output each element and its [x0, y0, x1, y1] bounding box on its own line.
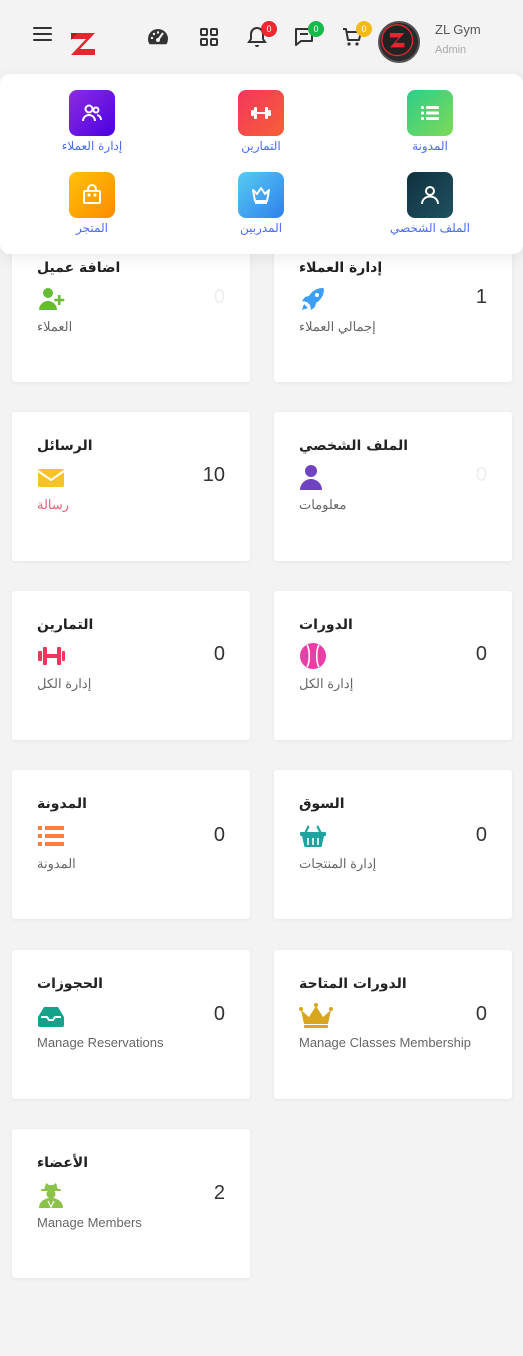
list-icon [407, 90, 453, 136]
brand-logo[interactable] [68, 28, 98, 58]
crown-icon [299, 1002, 333, 1030]
quick-access-menu: إدارة العملاء التمارين المدونة المتجر ال… [0, 74, 523, 254]
card-market[interactable]: السوق 0 إدارة المنتجات [274, 770, 512, 919]
notifications-bell-icon[interactable]: 0 [245, 21, 277, 49]
tray-icon [37, 1002, 67, 1030]
card-title: اضافة عميل [37, 260, 121, 276]
envelope-icon [37, 463, 67, 491]
card-value: 0 [475, 1003, 487, 1025]
card-value: 0 [475, 824, 487, 846]
dashboard-gauge-icon[interactable] [146, 25, 174, 49]
card-title: الرسائل [37, 438, 93, 454]
dumbbell-icon [37, 642, 67, 670]
card-title: المدونة [37, 796, 87, 812]
card-blog[interactable]: المدونة 0 المدونة [12, 770, 250, 919]
card-members[interactable]: الأعضاء 2 Manage Members [12, 1129, 250, 1278]
card-profile[interactable]: الملف الشخصي 0 معلومات [274, 412, 512, 561]
card-value: 0 [475, 643, 487, 665]
card-subtitle: العملاء [37, 319, 73, 334]
card-subtitle: إدارة الكل [37, 676, 92, 691]
user-plus-icon [37, 285, 67, 313]
notifications-badge: 0 [261, 21, 277, 37]
card-courses[interactable]: الدورات 0 إدارة الكل [274, 591, 512, 740]
menu-item-trainers[interactable]: المدربين [201, 172, 321, 235]
menu-label-blog: المدونة [412, 139, 448, 153]
card-value: 0 [213, 643, 225, 665]
card-title: التمارين [37, 617, 94, 633]
card-title: الحجوزات [37, 976, 103, 992]
menu-label-exercises: التمارين [241, 139, 281, 153]
card-title: السوق [299, 796, 345, 812]
user-icon [407, 172, 453, 218]
card-title: الدورات [299, 617, 353, 633]
list-icon [37, 822, 67, 850]
shopping-bag-icon [69, 172, 115, 218]
menu-item-blog[interactable]: المدونة [370, 90, 490, 153]
card-value: 10 [202, 464, 225, 486]
card-value: 0 [213, 286, 225, 308]
card-title: الدورات المتاحة [299, 976, 407, 992]
card-title: الأعضاء [37, 1155, 88, 1171]
card-value: 1 [475, 286, 487, 308]
menu-item-exercises[interactable]: التمارين [201, 90, 321, 153]
card-available-courses[interactable]: الدورات المتاحة 0 Manage Classes Members… [274, 950, 512, 1099]
user-name[interactable]: ZL Gym [435, 22, 481, 37]
card-subtitle: Manage Members [37, 1215, 142, 1230]
basket-icon [299, 822, 329, 850]
card-value: 2 [213, 1182, 225, 1204]
card-subtitle: Manage Reservations [37, 1035, 164, 1050]
rocket-icon [299, 285, 329, 313]
baseball-icon [299, 642, 329, 670]
card-value: 0 [213, 824, 225, 846]
messages-chat-icon[interactable]: 0 [292, 21, 324, 49]
messages-badge: 0 [308, 21, 324, 37]
card-reservations[interactable]: الحجوزات 0 Manage Reservations [12, 950, 250, 1099]
card-subtitle: معلومات [299, 497, 347, 512]
menu-item-clients[interactable]: إدارة العملاء [32, 90, 152, 153]
users-icon [69, 90, 115, 136]
card-subtitle: Manage Classes Membership [299, 1035, 471, 1050]
card-value: 0 [213, 1003, 225, 1025]
apps-grid-icon[interactable] [197, 25, 225, 49]
user-role: Admin [435, 44, 467, 56]
menu-item-profile[interactable]: الملف الشخصي [370, 172, 490, 235]
card-subtitle: إدارة الكل [299, 676, 354, 691]
cart-badge: 0 [356, 21, 372, 37]
card-title: الملف الشخصي [299, 438, 409, 454]
shopping-cart-icon[interactable]: 0 [340, 21, 372, 49]
user-icon [299, 463, 329, 491]
card-add-client[interactable]: اضافة عميل 0 العملاء [12, 233, 250, 382]
card-subtitle: المدونة [37, 856, 76, 871]
menu-item-store[interactable]: المتجر [32, 172, 152, 235]
top-header: 0 0 0 ZL Gym Admin [0, 0, 523, 82]
card-exercises[interactable]: التمارين 0 إدارة الكل [12, 591, 250, 740]
dumbbell-icon [238, 90, 284, 136]
user-avatar[interactable] [378, 21, 420, 63]
menu-label-store: المتجر [76, 221, 108, 235]
card-subtitle: إدارة المنتجات [299, 856, 377, 871]
card-value: 0 [475, 464, 487, 486]
card-title: إدارة العملاء [299, 260, 383, 276]
crown-icon [238, 172, 284, 218]
card-messages[interactable]: الرسائل 10 رسالة [12, 412, 250, 561]
spy-user-icon [37, 1181, 67, 1209]
card-manage-clients[interactable]: إدارة العملاء 1 إجمالي العملاء [274, 233, 512, 382]
card-subtitle: رسالة [37, 497, 70, 512]
menu-label-trainers: المدربين [239, 221, 283, 235]
menu-label-clients: إدارة العملاء [61, 139, 123, 153]
card-subtitle: إجمالي العملاء [299, 319, 376, 334]
menu-label-profile: الملف الشخصي [390, 221, 470, 235]
hamburger-menu-icon[interactable] [33, 27, 52, 43]
